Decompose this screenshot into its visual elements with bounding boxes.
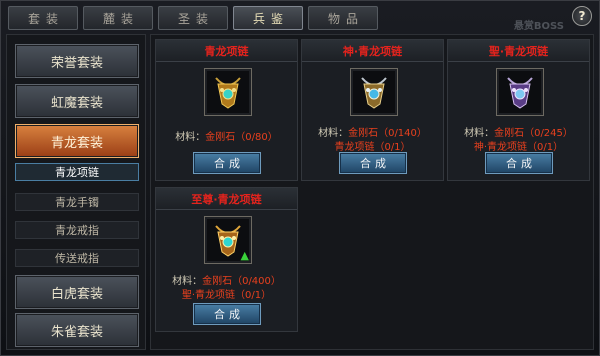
set-button-white-tiger[interactable]: 白虎套装	[15, 275, 139, 309]
craft-button[interactable]: 合成	[339, 152, 407, 174]
sidebar-item-dragon-bracelet[interactable]: 青龙手镯	[15, 193, 139, 211]
dragon-necklace-icon	[215, 77, 241, 109]
set-sidebar: 荣誉套装 虹魔套装 青龙套装 青龙项链 青龙手镯 青龙戒指 传送戒指 白虎套装 …	[6, 34, 146, 350]
material-requirement: 材料：金刚石（0/245）	[448, 124, 589, 139]
material-requirement: 材料：金刚石（0/400）	[156, 272, 297, 287]
craft-button[interactable]: 合成	[485, 152, 553, 174]
craft-button[interactable]: 合成	[193, 152, 261, 174]
extra-requirement: 神·青龙项链（0/1）	[473, 142, 564, 153]
recipe-card: 青龙项链 材料：金刚石（0/80） 合成	[155, 39, 298, 181]
recipe-title: 神·青龙项链	[302, 40, 443, 62]
crafting-panel: 青龙项链 材料：金刚石（0/80） 合成 神·青龙项链 材料：金刚石（0/140…	[150, 34, 594, 350]
set-button-vermilion-bird[interactable]: 朱雀套装	[15, 313, 139, 347]
upgrade-arrow-icon: ▲	[240, 249, 249, 262]
bounty-boss-watermark: 悬赏BOSS	[513, 21, 564, 32]
material-requirement: 材料：金刚石（0/80）	[156, 128, 297, 143]
recipe-card: 至尊·青龙项链 ▲ 材料：金刚石（0/400） 聖·青龙项链（0/1） 合成	[155, 187, 298, 332]
help-button[interactable]: ?	[572, 6, 592, 26]
divine-dragon-necklace-icon	[361, 77, 387, 109]
item-slot[interactable]	[204, 68, 252, 116]
top-tab-bar: 套装 麓装 圣装 兵鉴 物品	[8, 6, 378, 32]
material-label: 材料：	[175, 132, 206, 143]
tab-weapon-appraisal[interactable]: 兵鉴	[233, 6, 303, 30]
extra-requirement: 青龙项链（0/1）	[334, 142, 411, 153]
set-button-honor[interactable]: 荣誉套装	[15, 44, 139, 78]
item-slot[interactable]: ▲	[204, 216, 252, 264]
recipe-card: 神·青龙项链 材料：金刚石（0/140） 青龙项链（0/1） 合成	[301, 39, 444, 181]
set-button-azure-dragon[interactable]: 青龙套装	[15, 124, 139, 158]
sidebar-item-dragon-ring[interactable]: 青龙戒指	[15, 221, 139, 239]
item-slot[interactable]	[496, 68, 544, 116]
craft-button[interactable]: 合成	[193, 303, 261, 325]
tab-suits[interactable]: 套装	[8, 6, 78, 30]
tab-items[interactable]: 物品	[308, 6, 378, 30]
sidebar-item-teleport-ring[interactable]: 传送戒指	[15, 249, 139, 267]
recipe-title: 聖·青龙项链	[448, 40, 589, 62]
material-count: 金刚石（0/80）	[205, 132, 278, 143]
extra-requirement: 聖·青龙项链（0/1）	[181, 290, 272, 301]
material-requirement: 材料：金刚石（0/140）	[302, 124, 443, 139]
sidebar-item-dragon-necklace[interactable]: 青龙项链	[15, 163, 139, 181]
set-button-rainbow-demon[interactable]: 虹魔套装	[15, 84, 139, 118]
holy-dragon-necklace-icon	[507, 77, 533, 109]
tab-lu-suits[interactable]: 麓装	[83, 6, 153, 30]
item-slot[interactable]	[350, 68, 398, 116]
recipe-card: 聖·青龙项链 材料：金刚石（0/245） 神·青龙项链（0/1） 合成	[447, 39, 590, 181]
recipe-title: 至尊·青龙项链	[156, 188, 297, 210]
recipe-title: 青龙项链	[156, 40, 297, 62]
tab-holy-suits[interactable]: 圣装	[158, 6, 228, 30]
